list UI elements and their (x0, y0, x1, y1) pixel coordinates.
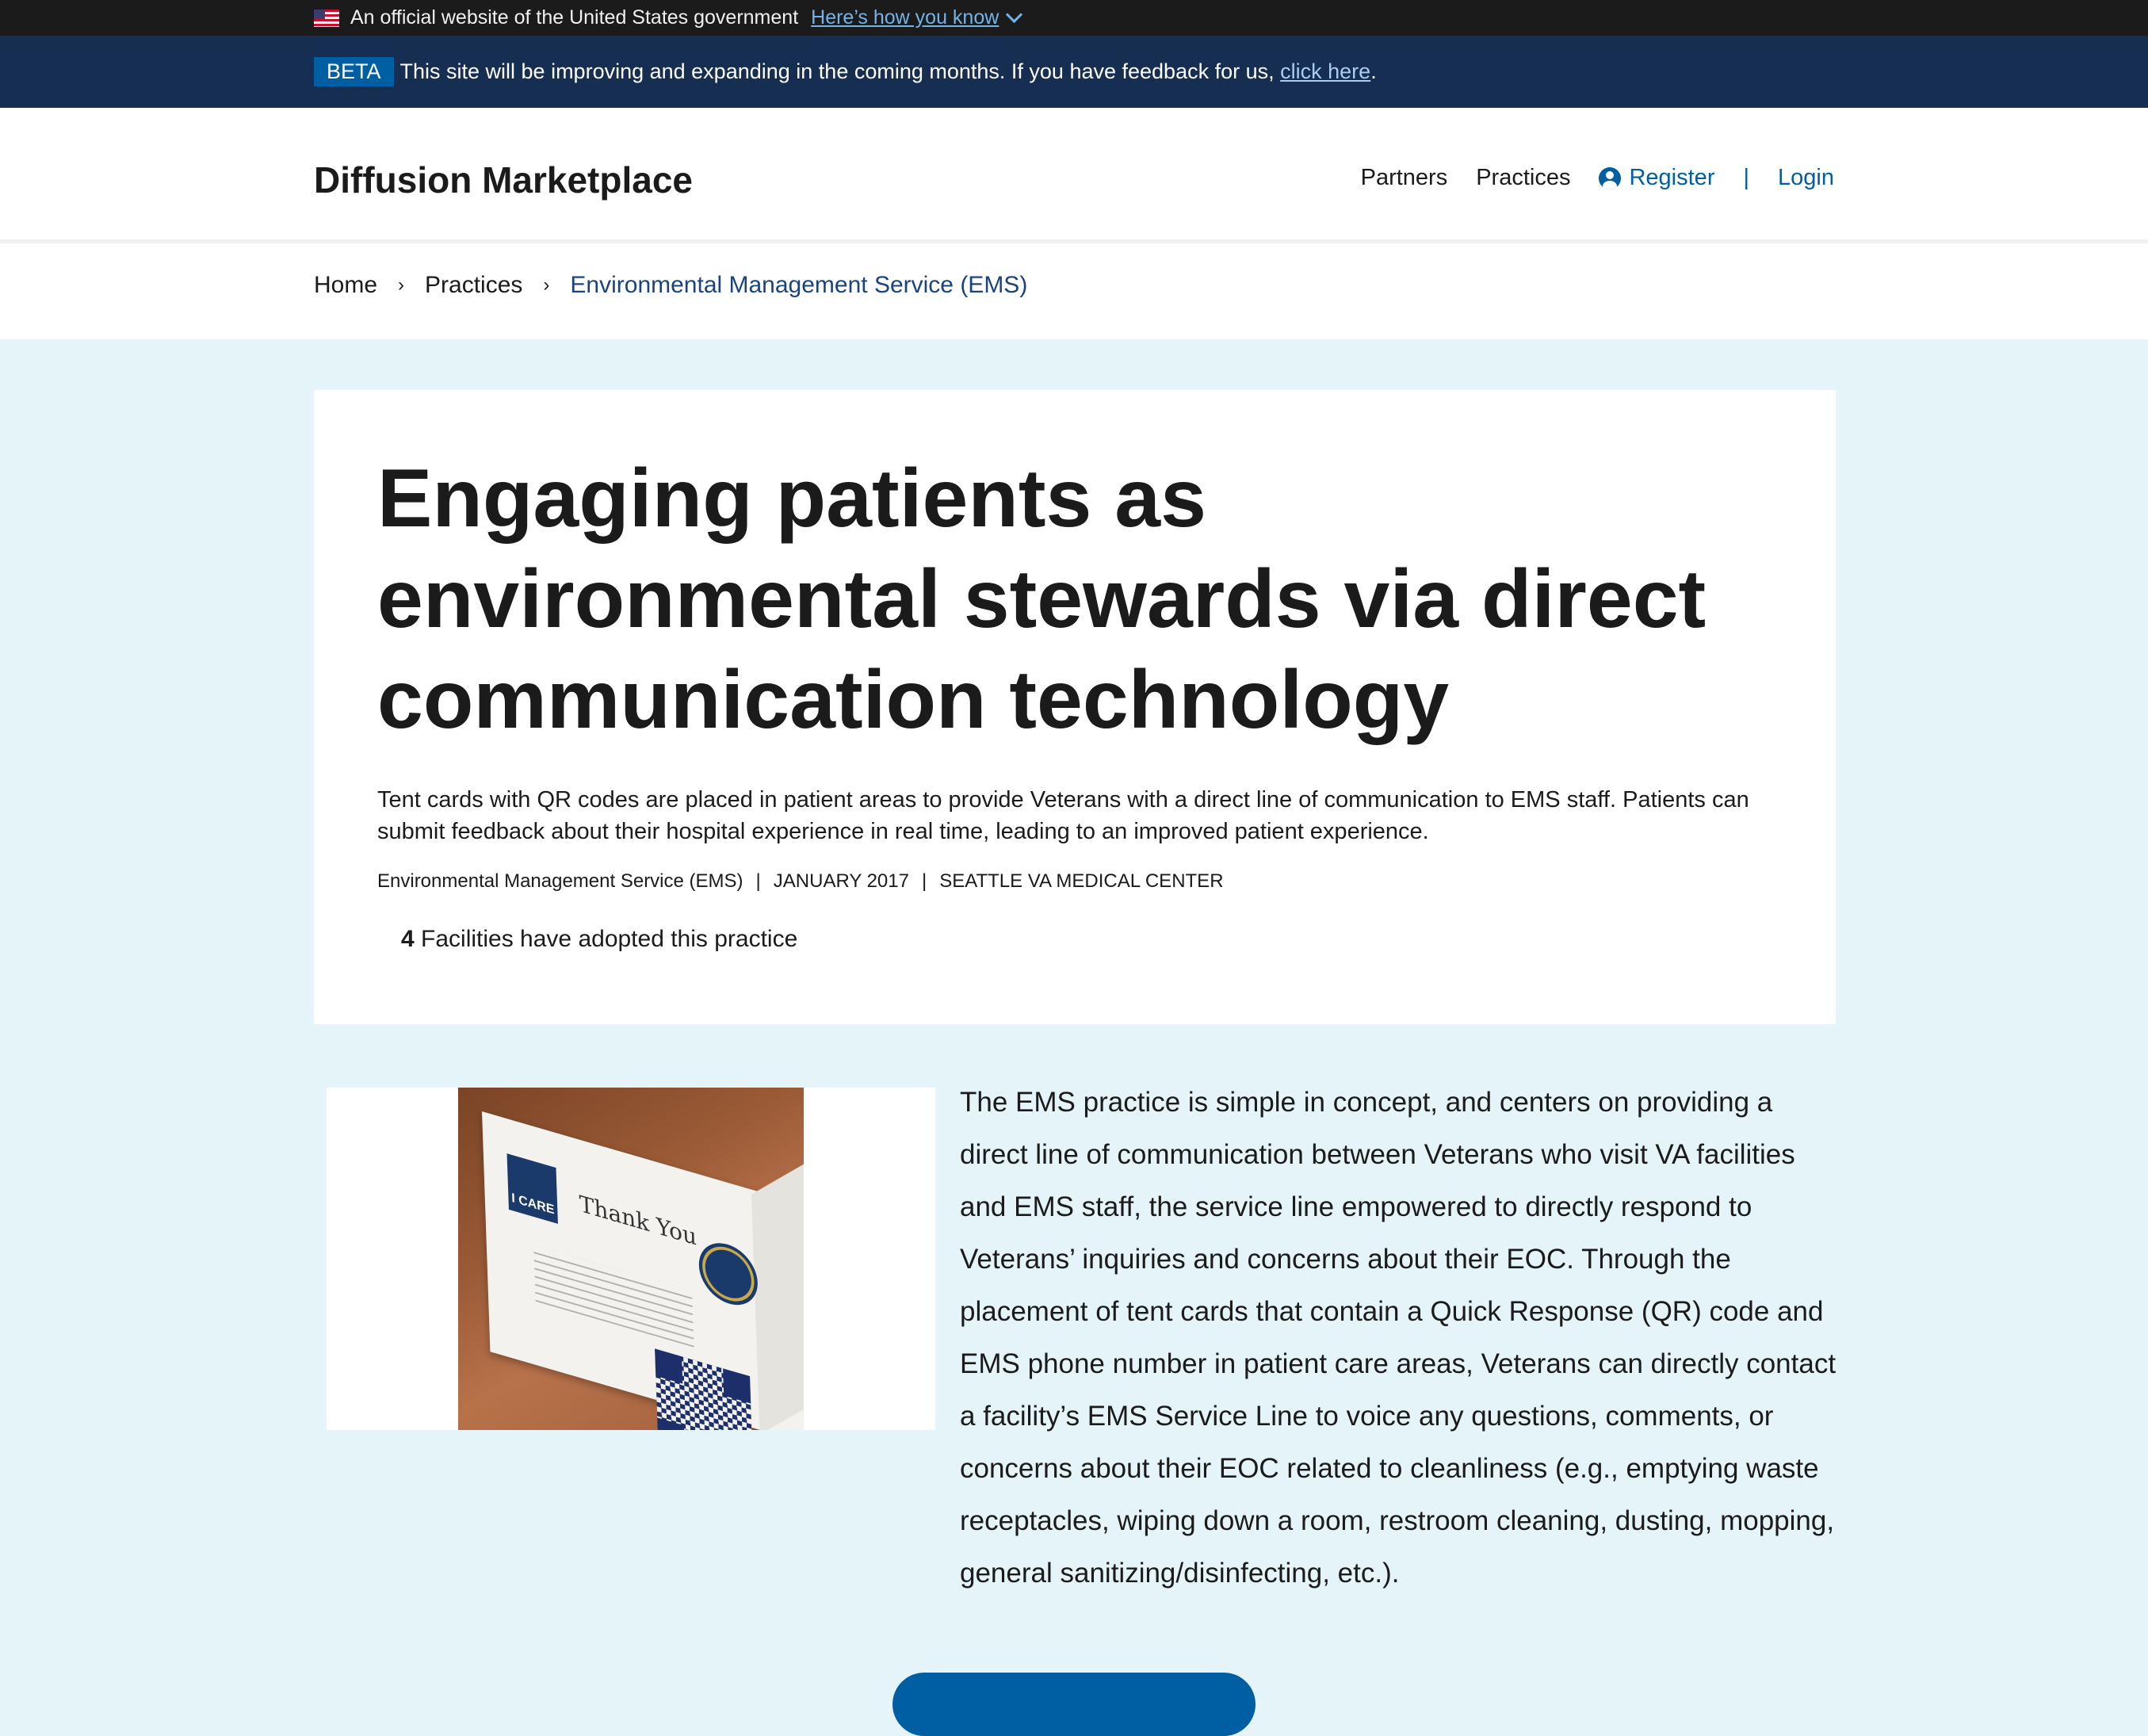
site-header: Diffusion Marketplace Partners Practices… (0, 108, 2148, 243)
nav-separator: | (1743, 165, 1750, 190)
breadcrumb-separator: › (543, 274, 550, 296)
chevron-down-icon[interactable] (1006, 6, 1023, 24)
practice-image: I CARE Thank You (327, 1088, 935, 1430)
breadcrumb-bar: Home › Practices › Environmental Managem… (0, 243, 2148, 339)
adoption-label: Facilities have adopted this practice (421, 926, 798, 952)
breadcrumb-practices[interactable]: Practices (425, 272, 522, 299)
nav-partners[interactable]: Partners (1361, 165, 1448, 191)
breadcrumb-current[interactable]: Environmental Management Service (EMS) (570, 272, 1027, 299)
practice-meta: Environmental Management Service (EMS) |… (377, 870, 1224, 893)
beta-trailing: . (1370, 59, 1377, 83)
meta-date: JANUARY 2017 (773, 870, 909, 892)
meta-service: Environmental Management Service (EMS) (377, 870, 743, 892)
card-title: Thank You (579, 1190, 698, 1251)
register-label: Register (1629, 165, 1715, 190)
icare-logo: I CARE (506, 1153, 558, 1224)
cta-button[interactable] (892, 1673, 1256, 1736)
beta-tag: BETA (314, 57, 394, 86)
user-circle-icon (1599, 167, 1622, 190)
how-you-know-link[interactable]: Here’s how you know (811, 6, 999, 29)
meta-separator: | (921, 870, 927, 892)
login-link[interactable]: Login (1778, 165, 1834, 191)
tent-card-photo: I CARE Thank You (458, 1088, 804, 1430)
feedback-link[interactable]: click here (1280, 59, 1370, 84)
gov-banner: An official website of the United States… (0, 0, 2148, 36)
qr-code-icon (655, 1348, 754, 1430)
adoption-count: 4 Facilities have adopted this practice (401, 926, 797, 953)
meta-origin: SEATTLE VA MEDICAL CENTER (939, 870, 1224, 892)
va-seal-icon (698, 1236, 759, 1313)
site-logo[interactable]: Diffusion Marketplace (314, 159, 693, 201)
gov-banner-text: An official website of the United States… (350, 6, 799, 29)
breadcrumb: Home › Practices › Environmental Managem… (314, 272, 1027, 299)
card-text-lines (533, 1245, 694, 1348)
tent-card: I CARE Thank You (482, 1111, 804, 1430)
breadcrumb-separator: › (398, 274, 405, 296)
beta-text: This site will be improving and expandin… (399, 59, 1275, 83)
main-nav: Partners Practices Register | Login (1332, 165, 1834, 191)
practice-summary: Tent cards with QR codes are placed in p… (377, 787, 1749, 844)
register-link[interactable]: Register (1599, 165, 1714, 191)
practice-title: Engaging patients as environmental stewa… (377, 453, 1707, 746)
meta-separator: | (755, 870, 761, 892)
us-flag-icon (314, 9, 339, 27)
beta-banner: BETA This site will be improving and exp… (0, 36, 2148, 108)
nav-practices[interactable]: Practices (1476, 165, 1570, 191)
breadcrumb-home[interactable]: Home (314, 272, 377, 299)
practice-description: The EMS practice is simple in concept, a… (960, 1087, 1837, 1589)
adoption-number: 4 (401, 926, 415, 952)
practice-hero-card: Engaging patients as environmental stewa… (314, 390, 1836, 1024)
